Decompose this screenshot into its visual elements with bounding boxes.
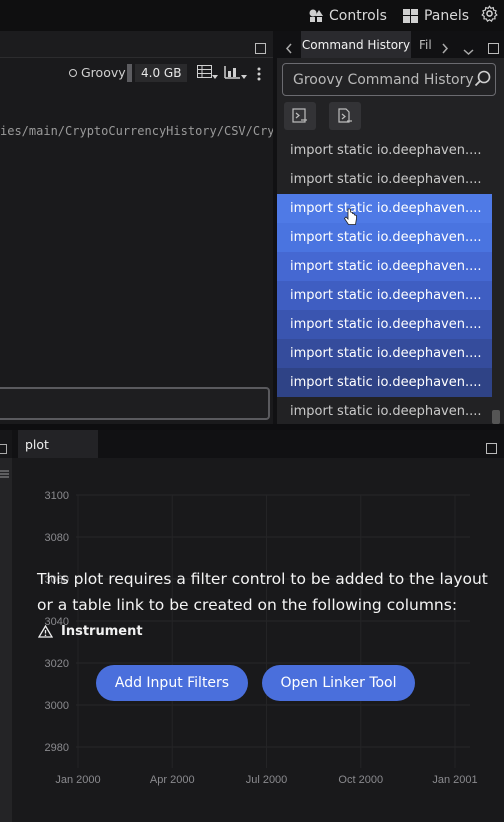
status-dot [69,68,77,77]
panels-button[interactable]: Panels [395,0,477,31]
history-item[interactable]: import static io.deephaven.... [277,136,492,165]
history-item[interactable]: import static io.deephaven.... [277,397,492,426]
chevron-right-icon[interactable] [441,39,449,58]
history-item[interactable]: import static io.deephaven.... [277,165,492,194]
shapes-icon [309,9,324,23]
open-linker-tool-button[interactable]: Open Linker Tool [262,665,415,701]
send-to-console-icon [292,108,307,123]
controls-label: Controls [329,7,387,24]
code-output-line: ies/main/CryptoCurrencyHistory/CSV/Cry [0,124,273,138]
tab-files[interactable]: Fil [419,31,432,58]
history-item[interactable]: import static io.deephaven.... [277,252,492,281]
chart-icon[interactable] [224,65,248,85]
left-panel-header-stub [0,430,12,458]
code-panel-header [0,31,273,58]
send-to-notebook-icon [338,108,352,123]
gear-icon [481,5,498,26]
history-item[interactable]: import static io.deephaven.... [277,368,492,397]
code-panel: Groovy 4.0 GB ies/main/CryptoCurrencyHis… [0,58,273,424]
send-to-console-button[interactable] [284,102,316,130]
history-item[interactable]: import static io.deephaven.... [277,310,492,339]
top-bar: Controls Panels [0,0,504,31]
command-history-list: import static io.deephaven.... import sta… [277,136,492,426]
maximize-icon[interactable] [488,39,499,58]
tab-command-history[interactable]: Command History [301,31,411,58]
heap-bar [127,64,132,82]
language-indicator: Groovy [69,65,126,80]
mouse-cursor-icon [343,208,358,232]
table-icon[interactable] [197,65,219,85]
filter-required-message: This plot requires a filter control to b… [37,570,488,614]
panels-icon [402,8,418,23]
maximize-icon[interactable] [255,39,266,58]
heap-value: 4.0 GB [135,64,188,82]
history-item[interactable]: import static io.deephaven.... [277,281,492,310]
missing-column-name: Instrument [61,624,143,639]
command-history-search-input[interactable] [282,63,496,96]
plot-overlay: This plot requires a filter control to b… [0,458,504,822]
console-input[interactable] [0,387,270,420]
add-input-filters-button[interactable]: Add Input Filters [96,665,248,701]
chevron-left-icon[interactable] [285,39,293,58]
code-toolbar: Groovy 4.0 GB [0,58,273,88]
warning-icon [38,625,53,638]
heap-usage[interactable]: 4.0 GB [127,64,188,82]
tab-plot[interactable]: plot [18,430,98,458]
missing-column: Instrument [38,624,143,639]
maximize-icon[interactable] [486,439,497,458]
panels-label: Panels [423,7,469,24]
maximize-icon[interactable] [0,439,7,458]
more-vertical-icon[interactable] [257,66,261,85]
language-label: Groovy [81,65,126,80]
settings-button[interactable] [477,0,504,31]
history-item[interactable]: import static io.deephaven.... [277,223,492,252]
scrollbar-thumb[interactable] [492,410,500,424]
send-to-notebook-button[interactable] [329,102,361,130]
command-history-panel: import static io.deephaven....import sta… [277,58,504,424]
search-icon [474,70,491,91]
controls-button[interactable]: Controls [301,0,395,31]
history-item[interactable]: import static io.deephaven.... [277,194,492,223]
history-item[interactable]: import static io.deephaven.... [277,339,492,368]
